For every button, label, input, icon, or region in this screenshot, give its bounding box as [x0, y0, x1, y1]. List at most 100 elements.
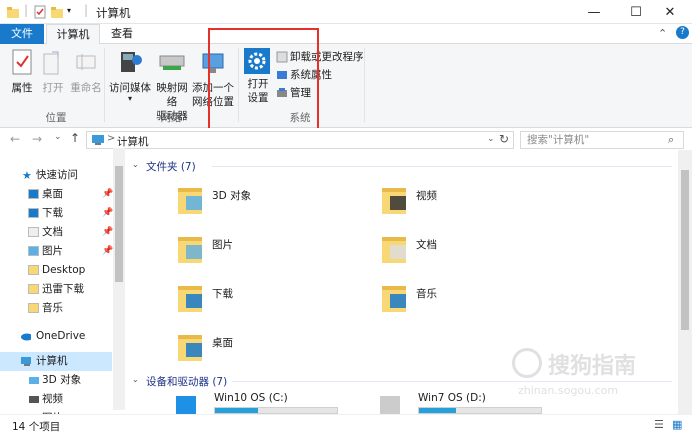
highlight-box — [208, 28, 319, 132]
collapse-ribbon-icon[interactable]: ⌃ — [658, 27, 667, 40]
folder-icon — [28, 189, 39, 199]
nav-quick-item-label: Desktop — [42, 264, 86, 276]
nav-quick-item[interactable]: 图片 📌 — [0, 242, 113, 261]
back-button[interactable]: ← — [10, 132, 20, 146]
folder-icon — [28, 227, 39, 237]
status-bar: 14 个项目 ☰ ▦ — [0, 414, 692, 435]
folder-label: 桌面 — [212, 337, 233, 349]
tab-view[interactable]: 查看 — [100, 24, 144, 44]
nav-sub-label: 视频 — [42, 393, 63, 405]
nav-quick-item[interactable]: Desktop — [0, 261, 112, 280]
tiles-view-icon[interactable]: ▦ — [672, 418, 682, 431]
rename-button[interactable]: 重命名 — [68, 48, 104, 95]
video-folder-icon — [29, 396, 39, 403]
watermark-url: zhinan.sogou.com — [518, 384, 619, 397]
folder-item[interactable]: 图片 — [176, 231, 326, 275]
section-divider — [212, 166, 672, 167]
drive-usage-fill — [215, 408, 258, 413]
drives-header[interactable]: 设备和驱动器 (7) — [146, 374, 227, 389]
windows-drive-icon — [176, 396, 196, 414]
navigation-pane: ★ 快速访问 OneDrive 计算机 3D 对象 视频 图片 桌面📌下载📌文档… — [0, 156, 126, 414]
collapse-folders-icon[interactable]: ⌄ — [132, 160, 139, 169]
pin-icon[interactable]: 📌 — [102, 223, 113, 242]
folder-icon — [382, 286, 406, 312]
media-access-label: 访问媒体 — [109, 82, 151, 94]
drive-usage-fill — [419, 408, 456, 413]
recent-locations-button[interactable]: ⌄ — [54, 132, 62, 142]
pin-icon[interactable]: 📌 — [102, 242, 113, 261]
nav-quick-item[interactable]: 文档 📌 — [0, 223, 113, 242]
nav-quick-item[interactable]: 桌面 📌 — [0, 185, 113, 204]
nav-computer-sub[interactable]: 视频 — [0, 390, 112, 409]
up-button[interactable]: ↑ — [70, 131, 80, 145]
nav-computer[interactable]: 计算机 — [0, 352, 112, 371]
media-access-button[interactable]: 访问媒体 ▾ — [108, 48, 152, 103]
folder-icon — [178, 286, 202, 312]
collapse-drives-icon[interactable]: ⌄ — [132, 375, 139, 384]
folder-item[interactable]: 文档 — [380, 231, 530, 275]
nav-quick-item-label: 文档 — [42, 226, 63, 238]
folder-item[interactable]: 桌面 — [176, 329, 326, 373]
main-scroll-thumb[interactable] — [681, 170, 689, 330]
window-title: 计算机 — [96, 6, 131, 20]
folder-icon — [382, 188, 406, 214]
rename-label: 重命名 — [70, 82, 102, 94]
search-icon[interactable]: ⌕ — [668, 133, 674, 147]
help-icon[interactable]: ? — [676, 26, 689, 39]
folder-icon — [28, 265, 39, 275]
path-separator: > — [107, 133, 116, 144]
path-computer[interactable]: 计算机 — [117, 134, 149, 149]
star-icon: ★ — [22, 169, 32, 182]
folder-label: 下载 — [212, 288, 233, 300]
nav-onedrive-label: OneDrive — [36, 330, 86, 342]
address-bar[interactable]: > 计算机 ⌄ ↻ — [86, 131, 514, 149]
drive-item[interactable]: Win10 OS (C:) — [176, 390, 344, 414]
folder-item[interactable]: 视频 — [380, 182, 530, 226]
tab-file[interactable]: 文件 — [0, 24, 44, 44]
details-view-icon[interactable]: ☰ — [654, 418, 664, 431]
nav-quick-item[interactable]: 下载 📌 — [0, 204, 113, 223]
drive-icon — [380, 396, 400, 414]
drive-usage-bar — [214, 407, 338, 414]
search-input[interactable]: 搜索"计算机" — [520, 131, 684, 149]
folder-item[interactable]: 下载 — [176, 280, 326, 324]
properties-button[interactable]: 属性 — [6, 48, 38, 95]
close-button[interactable]: ✕ — [648, 0, 692, 24]
open-button[interactable]: 打开 — [40, 48, 66, 95]
folder-item[interactable]: 3D 对象 — [176, 182, 326, 226]
watermark-logo-icon — [512, 348, 542, 378]
watermark-brand: 搜狗指南 — [548, 354, 637, 379]
watermark: 搜狗指南 zhinan.sogou.com — [512, 346, 672, 397]
nav-quick-item[interactable]: 音乐 — [0, 299, 112, 318]
folders-header[interactable]: 文件夹 (7) — [146, 159, 196, 174]
nav-quick-item-label: 音乐 — [42, 302, 63, 314]
minimize-button[interactable]: — — [572, 0, 616, 24]
nav-onedrive[interactable]: OneDrive — [0, 327, 112, 346]
nav-quick-item[interactable]: 迅雷下载 — [0, 280, 112, 299]
folder-icon — [382, 237, 406, 263]
title-separator: | — [84, 3, 89, 17]
refresh-button[interactable]: ↻ — [499, 132, 509, 146]
pin-icon[interactable]: 📌 — [102, 204, 113, 223]
pin-icon[interactable]: 📌 — [102, 185, 113, 204]
computer-icon — [21, 357, 31, 366]
new-folder-quick-icon[interactable] — [50, 5, 64, 19]
nav-quick-item-label: 迅雷下载 — [42, 283, 84, 295]
nav-scroll-thumb[interactable] — [115, 166, 123, 282]
customize-quick-access-icon[interactable]: ▾ — [67, 6, 71, 15]
address-dropdown-icon[interactable]: ⌄ — [487, 134, 495, 144]
nav-quick-access[interactable]: ★ 快速访问 — [0, 166, 112, 185]
nav-computer-sub[interactable]: 3D 对象 — [0, 371, 112, 390]
forward-button[interactable]: → — [32, 132, 42, 146]
address-row: ← → ⌄ ↑ > 计算机 ⌄ ↻ 搜索"计算机" ⌕ — [0, 128, 692, 150]
nav-quick-item-label: 桌面 — [42, 188, 63, 200]
map-drive-label-1: 映射网络 — [156, 82, 188, 108]
media-dropdown-icon[interactable]: ▾ — [108, 95, 152, 103]
nav-quick-access-label: 快速访问 — [36, 169, 78, 181]
folder-item[interactable]: 音乐 — [380, 280, 530, 324]
properties-label: 属性 — [11, 82, 33, 94]
folder-label: 图片 — [212, 239, 233, 251]
tab-computer[interactable]: 计算机 — [46, 24, 100, 45]
folder-label: 3D 对象 — [212, 190, 252, 202]
properties-quick-icon[interactable] — [33, 5, 47, 19]
